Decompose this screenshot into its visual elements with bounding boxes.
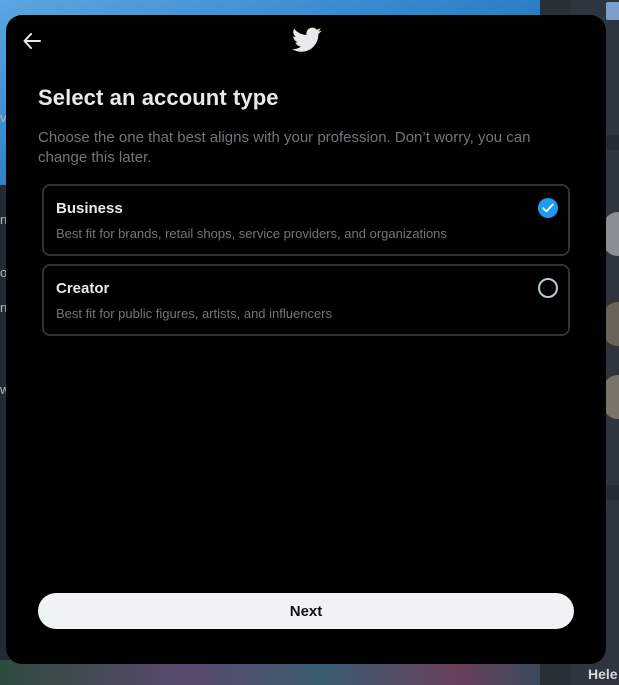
option-title: Business <box>56 200 123 217</box>
account-type-dialog: Select an account type Choose the one th… <box>6 15 606 664</box>
dialog-subtitle: Choose the one that best aligns with you… <box>38 129 531 166</box>
dialog-title: Select an account type <box>38 85 279 110</box>
twitter-bird-icon <box>292 27 322 52</box>
checkmark-icon <box>542 203 554 213</box>
option-description: Best fit for public figures, artists, an… <box>56 306 333 321</box>
radio-unchecked-icon[interactable] <box>538 278 558 298</box>
option-description: Best fit for brands, retail shops, servi… <box>56 226 447 241</box>
option-title: Creator <box>56 280 110 297</box>
radio-checked-icon[interactable] <box>538 198 558 218</box>
bg-text: Hele <box>588 666 618 682</box>
next-button[interactable]: Next <box>38 593 574 629</box>
option-business[interactable]: Business Best fit for brands, retail sho… <box>42 184 570 256</box>
option-creator[interactable]: Creator Best fit for public figures, art… <box>42 264 570 336</box>
back-button[interactable] <box>20 29 44 53</box>
arrow-left-icon <box>23 33 41 49</box>
sidebar-icon <box>606 2 619 20</box>
